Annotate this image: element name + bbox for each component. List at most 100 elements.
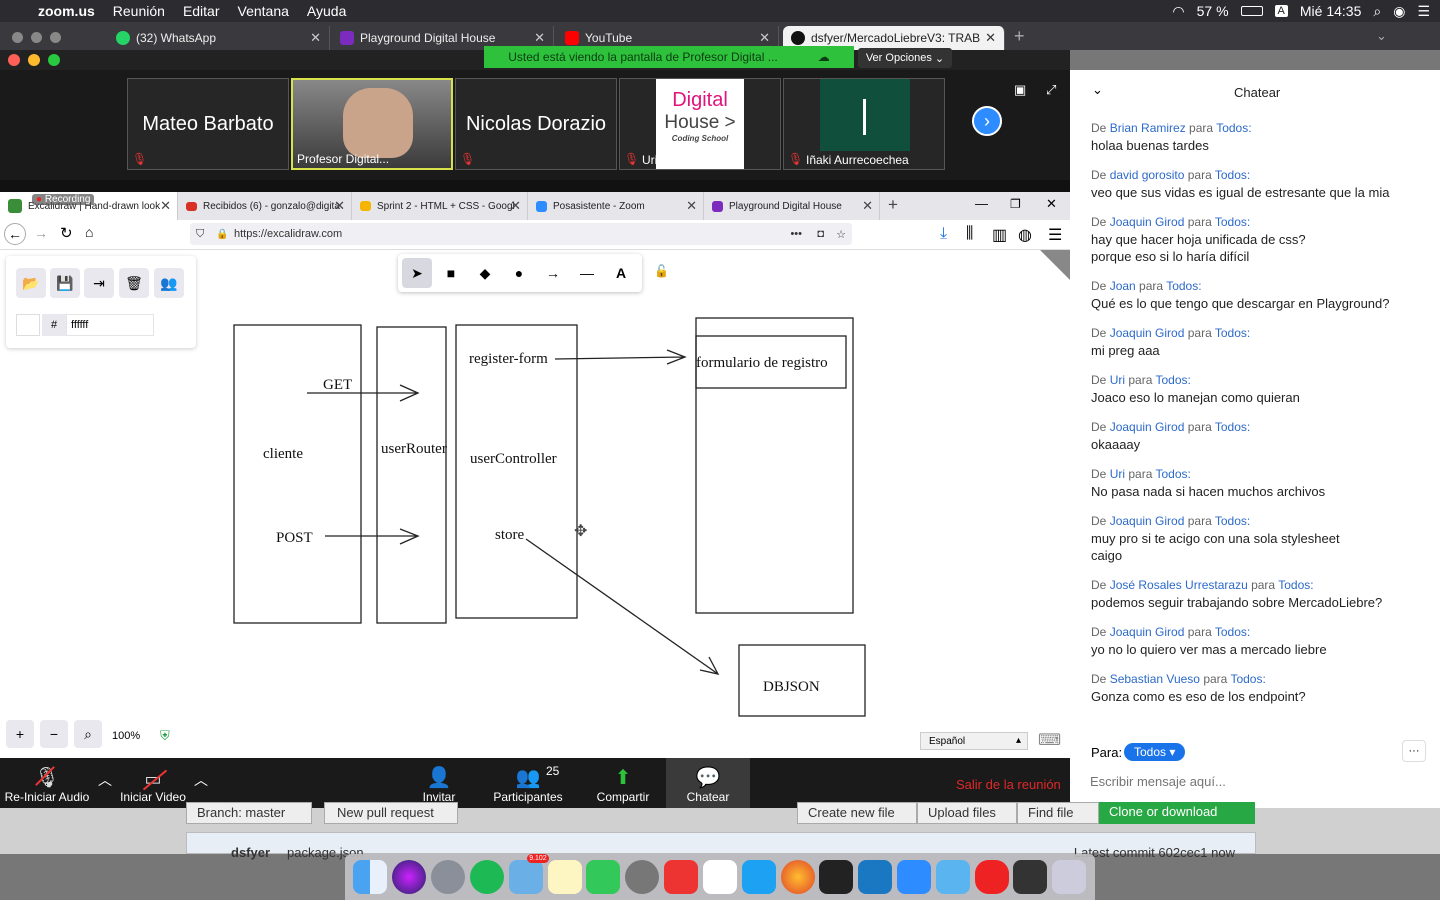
recipient-dropdown[interactable]: Todos ▾ <box>1124 743 1186 761</box>
iniciar-video-button[interactable]: ▭ Iniciar Video <box>118 758 188 808</box>
post-arrow[interactable] <box>325 528 420 545</box>
notes-icon[interactable] <box>547 860 582 894</box>
upload-files-button[interactable]: Upload files <box>917 802 1017 824</box>
sender-name[interactable]: Sebastian Vueso <box>1110 672 1200 686</box>
participant-tile[interactable]: Nicolas Dorazio 🎙 <box>455 78 617 170</box>
menu-ventana[interactable]: Ventana <box>238 3 289 19</box>
reload-icon[interactable]: ↻ <box>60 224 73 242</box>
sender-name[interactable]: Brian Ramirez <box>1110 121 1186 135</box>
download-icon[interactable]: ⤓ <box>940 225 947 243</box>
more-options-icon[interactable]: ··· <box>1402 740 1426 762</box>
minimize-window-icon[interactable] <box>28 54 40 66</box>
chatear-button[interactable]: 💬 Chatear <box>666 758 750 808</box>
close-tab-icon[interactable]: ✕ <box>334 198 345 214</box>
sender-name[interactable]: Joaquin Girod <box>1110 215 1185 229</box>
sender-name[interactable]: Joan <box>1110 279 1136 293</box>
participant-tile-active[interactable]: Profesor Digital... <box>291 78 453 170</box>
close-tab-icon[interactable]: ✕ <box>985 30 996 46</box>
twitter-icon[interactable] <box>741 860 776 894</box>
close-tab-icon[interactable]: ✕ <box>686 198 697 214</box>
siri-icon[interactable] <box>392 860 427 894</box>
preview-icon[interactable]: 9.102 <box>508 854 549 894</box>
fullscreen-icon[interactable]: ⤢ <box>1046 82 1056 98</box>
firefox-tab-zoom[interactable]: Posasistente - Zoom ✕ <box>528 192 704 220</box>
close-tab-icon[interactable]: ✕ <box>310 30 321 46</box>
close-tab-icon[interactable]: ✕ <box>160 198 171 214</box>
next-page-arrow-icon[interactable]: › <box>972 106 1002 136</box>
restore-icon[interactable]: ❐ <box>1010 197 1021 211</box>
firefox-tab-excalidraw[interactable]: Excalidraw | Hand-drawn look ✕ ● Recordin… <box>0 192 178 220</box>
usercontroller-box[interactable] <box>455 324 578 619</box>
vscode-icon[interactable] <box>858 860 893 894</box>
register-form-arrow[interactable] <box>554 349 687 365</box>
home-icon[interactable]: ⌂ <box>85 224 93 240</box>
new-tab-icon[interactable]: + <box>888 195 898 215</box>
view-options-button[interactable]: Ver Opciones ⌄ <box>858 48 952 68</box>
branch-button[interactable]: Branch: master <box>186 802 312 824</box>
close-tab-icon[interactable]: ✕ <box>862 198 873 214</box>
hamburger-menu-icon[interactable]: ☰ <box>1048 225 1062 245</box>
sender-name[interactable]: Joaquin Girod <box>1110 514 1185 528</box>
participant-tile[interactable]: Digital House > Coding School Uri 🎙 <box>619 78 781 170</box>
menu-editar[interactable]: Editar <box>183 3 220 19</box>
store-arrow[interactable] <box>525 538 720 675</box>
library-icon[interactable]: ⫼ <box>966 225 973 243</box>
bookmark-star-icon[interactable]: ☆ <box>836 228 846 241</box>
spotify-icon[interactable] <box>469 860 504 894</box>
zoom-in-icon[interactable]: + <box>6 720 34 748</box>
create-file-button[interactable]: Create new file <box>797 802 917 824</box>
close-tab-icon[interactable]: ✕ <box>759 30 770 46</box>
keyboard-icon[interactable]: ⌨ <box>1038 730 1061 750</box>
zoom-window-icon[interactable] <box>50 32 61 43</box>
minimize-icon[interactable]: — <box>975 196 988 211</box>
close-icon[interactable]: ✕ <box>1046 196 1057 212</box>
audio-options-caret-icon[interactable]: ︿ <box>98 770 112 790</box>
excalidraw-canvas[interactable]: 📂 💾 ⇥ 🗑 👥 # ffffff ➤ ■ ◆ ● → — A 🔓 GET c… <box>0 250 1070 758</box>
zoom-window-icon[interactable] <box>48 54 60 66</box>
gallery-view-icon[interactable]: ▣ <box>1014 82 1026 98</box>
sender-name[interactable]: david gorosito <box>1110 168 1185 182</box>
userrouter-box[interactable] <box>376 326 447 624</box>
zoom-out-icon[interactable]: − <box>40 720 68 748</box>
participant-tile[interactable]: Mateo Barbato 🎙 <box>127 78 289 170</box>
launchpad-icon[interactable] <box>431 860 466 894</box>
wifi-icon[interactable]: ◠ <box>1172 3 1184 20</box>
collapse-chevron-icon[interactable]: ⌄ <box>1092 82 1103 98</box>
folder-icon[interactable] <box>935 860 970 894</box>
clone-download-button[interactable]: Clone or download <box>1099 802 1255 824</box>
invitar-button[interactable]: 👤 Invitar <box>414 758 464 808</box>
new-tab-icon[interactable]: + <box>1014 26 1025 47</box>
minimize-window-icon[interactable] <box>31 32 42 43</box>
zoom-reset-icon[interactable]: ⌕ <box>74 720 102 748</box>
video-options-caret-icon[interactable]: ︿ <box>194 770 208 790</box>
reiniciar-audio-button[interactable]: 🎙 Re-Iniciar Audio <box>4 758 90 808</box>
back-icon[interactable]: ← <box>4 223 26 245</box>
trash-icon[interactable] <box>1052 860 1087 894</box>
close-tab-icon[interactable]: ✕ <box>510 198 521 214</box>
stop-hand-icon[interactable] <box>974 860 1009 894</box>
zoom-app-icon[interactable] <box>897 860 931 894</box>
battery-percent[interactable]: 57 % <box>1197 3 1229 19</box>
extension-icon[interactable]: ◍ <box>1018 225 1032 245</box>
chat-message-input[interactable] <box>1090 770 1410 792</box>
firefox-tab-google-slides[interactable]: Sprint 2 - HTML + CSS - Googl ✕ <box>352 192 528 220</box>
forward-icon[interactable]: → <box>34 225 48 241</box>
close-window-icon[interactable] <box>12 32 23 43</box>
terminal-icon[interactable] <box>819 860 854 894</box>
sidebar-icon[interactable]: ▥ <box>992 225 1007 245</box>
compartir-button[interactable]: ⬆ Compartir <box>592 758 654 808</box>
screen-icon[interactable] <box>1013 860 1048 894</box>
firefox-tab-gmail[interactable]: Recibidos (6) - gonzalo@digita ✕ <box>178 192 352 220</box>
find-file-button[interactable]: Find file <box>1017 802 1099 824</box>
sender-name[interactable]: Joaquin Girod <box>1110 420 1185 434</box>
participant-tile[interactable]: Iñaki Aurrecoechea 🎙 <box>783 78 945 170</box>
close-window-icon[interactable] <box>8 54 20 66</box>
sender-name[interactable]: Joaquin Girod <box>1110 326 1185 340</box>
leave-meeting-button[interactable]: Salir de la reunión <box>956 777 1061 792</box>
finder-icon[interactable] <box>353 860 388 894</box>
popcorn-icon[interactable] <box>664 860 699 894</box>
menu-reunion[interactable]: Reunión <box>113 3 165 19</box>
commit-user[interactable]: dsfyer <box>231 845 270 860</box>
siri-icon[interactable]: ◉ <box>1393 3 1405 20</box>
sender-name[interactable]: Joaquin Girod <box>1110 625 1185 639</box>
